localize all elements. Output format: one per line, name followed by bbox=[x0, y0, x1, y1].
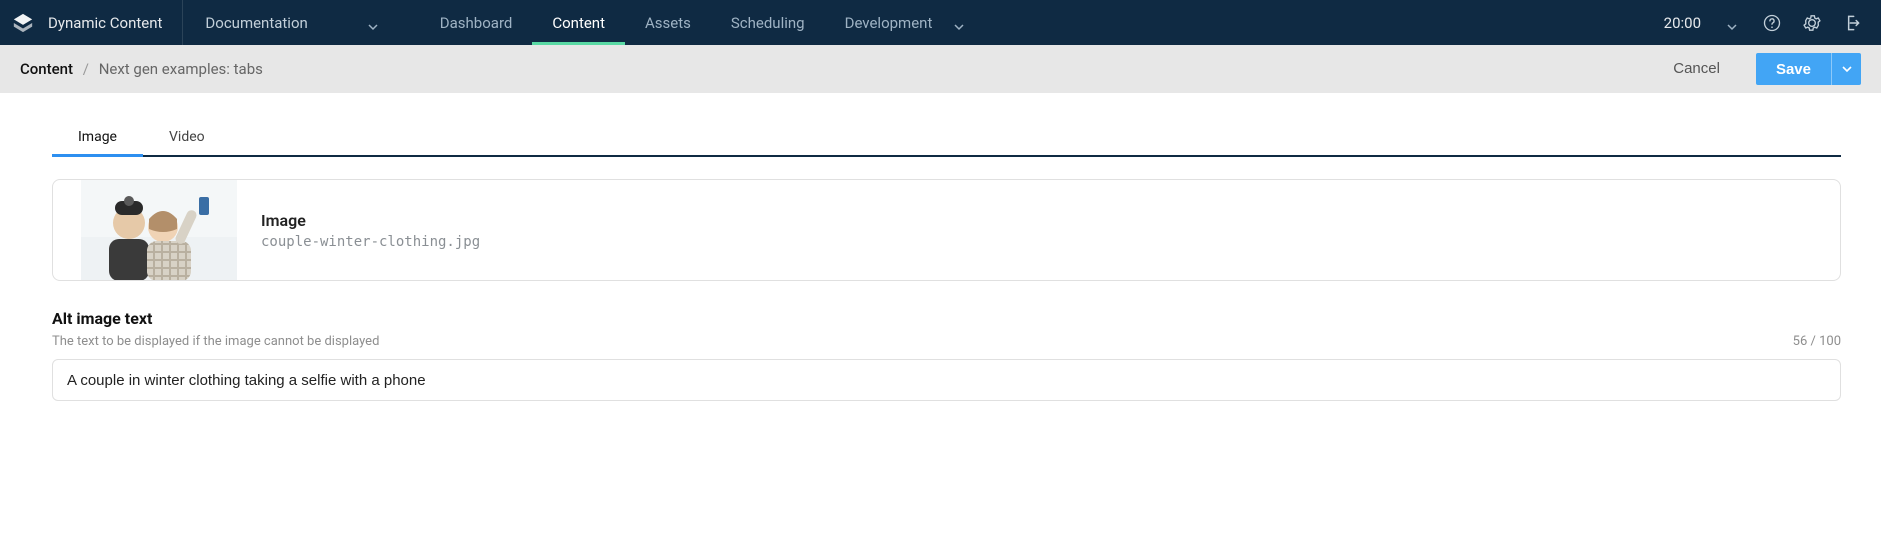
nav-dashboard-label: Dashboard bbox=[440, 14, 513, 32]
nav-development[interactable]: Development bbox=[825, 0, 985, 45]
image-card-filename: couple-winter-clothing.jpg bbox=[261, 234, 480, 250]
alt-text-help: The text to be displayed if the image ca… bbox=[52, 334, 379, 349]
nav-assets-label: Assets bbox=[645, 14, 691, 32]
tab-image[interactable]: Image bbox=[52, 121, 143, 155]
primary-nav: Dashboard Content Assets Scheduling Deve… bbox=[420, 0, 985, 45]
tab-video-label: Video bbox=[169, 129, 205, 145]
app-logo-icon bbox=[12, 12, 34, 34]
image-card[interactable]: Image couple-winter-clothing.jpg bbox=[52, 179, 1841, 281]
nav-assets[interactable]: Assets bbox=[625, 0, 711, 45]
nav-dashboard[interactable]: Dashboard bbox=[420, 0, 533, 45]
time-selector[interactable]: 20:00 bbox=[1658, 14, 1743, 32]
breadcrumb-root[interactable]: Content bbox=[20, 60, 73, 78]
breadcrumb: Content / Next gen examples: tabs bbox=[20, 60, 263, 78]
time-value: 20:00 bbox=[1664, 14, 1701, 32]
action-bar: Content / Next gen examples: tabs Cancel… bbox=[0, 45, 1881, 93]
tab-video[interactable]: Video bbox=[143, 121, 231, 155]
chevron-down-icon bbox=[954, 18, 964, 28]
editor-panel: Image Video bbox=[0, 93, 1881, 441]
breadcrumb-separator: / bbox=[83, 60, 89, 78]
logout-icon[interactable] bbox=[1841, 12, 1863, 34]
breadcrumb-current: Next gen examples: tabs bbox=[99, 60, 263, 78]
documentation-label: Documentation bbox=[205, 14, 307, 32]
image-card-label: Image bbox=[261, 211, 480, 230]
nav-content-label: Content bbox=[552, 14, 605, 32]
alt-text-input[interactable] bbox=[52, 359, 1841, 401]
nav-scheduling-label: Scheduling bbox=[731, 14, 805, 32]
cancel-button[interactable]: Cancel bbox=[1655, 53, 1738, 85]
save-dropdown-button[interactable] bbox=[1831, 53, 1861, 85]
action-bar-right: Cancel Save bbox=[1655, 53, 1861, 85]
documentation-dropdown[interactable]: Documentation bbox=[183, 0, 399, 45]
alt-text-help-row: The text to be displayed if the image ca… bbox=[52, 334, 1841, 349]
tab-image-label: Image bbox=[78, 129, 117, 145]
brand-area: Dynamic Content bbox=[0, 0, 183, 45]
alt-text-field: Alt image text The text to be displayed … bbox=[52, 309, 1841, 401]
nav-content[interactable]: Content bbox=[532, 0, 625, 45]
editor-tabs: Image Video bbox=[52, 121, 1841, 157]
nav-development-label: Development bbox=[845, 14, 933, 32]
alt-text-counter: 56 / 100 bbox=[1793, 334, 1841, 349]
nav-scheduling[interactable]: Scheduling bbox=[711, 0, 825, 45]
alt-text-label: Alt image text bbox=[52, 309, 1841, 328]
topbar-right: 20:00 bbox=[1658, 0, 1881, 45]
chevron-down-icon bbox=[1727, 18, 1737, 28]
top-navbar: Dynamic Content Documentation Dashboard … bbox=[0, 0, 1881, 45]
image-thumbnail bbox=[81, 179, 237, 281]
chevron-down-icon bbox=[368, 18, 378, 28]
save-button[interactable]: Save bbox=[1756, 53, 1831, 85]
app-title: Dynamic Content bbox=[48, 14, 162, 32]
help-icon[interactable] bbox=[1761, 12, 1783, 34]
image-card-meta: Image couple-winter-clothing.jpg bbox=[261, 211, 480, 250]
gear-icon[interactable] bbox=[1801, 12, 1823, 34]
save-split-button: Save bbox=[1756, 53, 1861, 85]
